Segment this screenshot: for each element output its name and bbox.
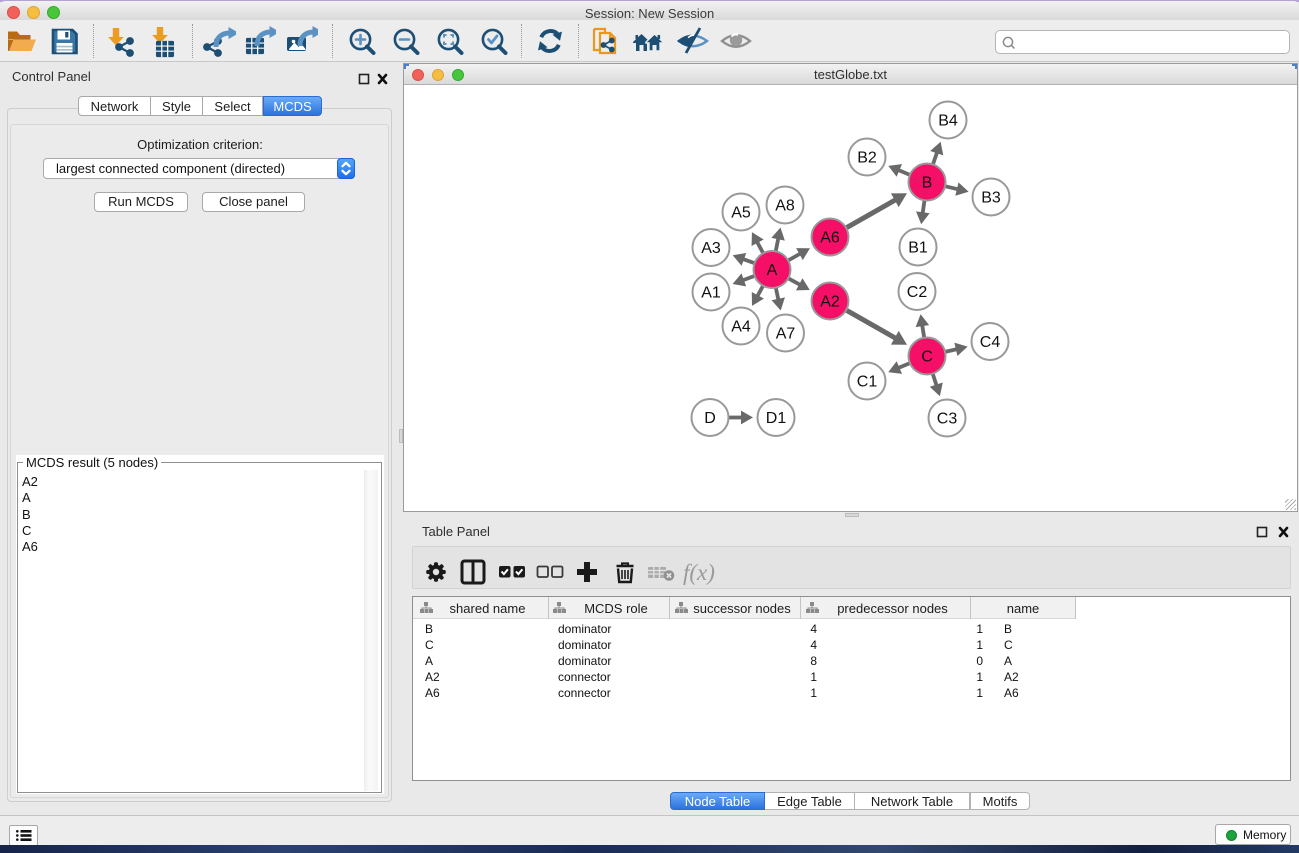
svg-text:B2: B2 [857,150,877,167]
svg-text:C3: C3 [937,411,958,428]
svg-text:A7: A7 [776,326,796,343]
svg-text:B3: B3 [981,190,1001,207]
svg-text:C1: C1 [857,374,878,391]
svg-text:B4: B4 [938,113,958,130]
svg-text:A4: A4 [731,319,751,336]
svg-text:A5: A5 [731,205,751,222]
svg-text:C: C [921,349,933,366]
svg-text:C4: C4 [980,334,1001,351]
svg-text:A1: A1 [701,285,721,302]
svg-text:A3: A3 [701,240,721,257]
svg-text:D: D [704,410,716,427]
svg-text:B1: B1 [908,240,928,257]
svg-text:A6: A6 [820,230,840,247]
svg-text:D1: D1 [766,410,787,427]
svg-text:C2: C2 [907,284,928,301]
svg-text:A8: A8 [775,198,795,215]
svg-text:B: B [922,175,933,192]
svg-text:f(x): f(x) [683,560,715,585]
svg-text:A2: A2 [820,294,840,311]
svg-text:A: A [767,262,778,279]
